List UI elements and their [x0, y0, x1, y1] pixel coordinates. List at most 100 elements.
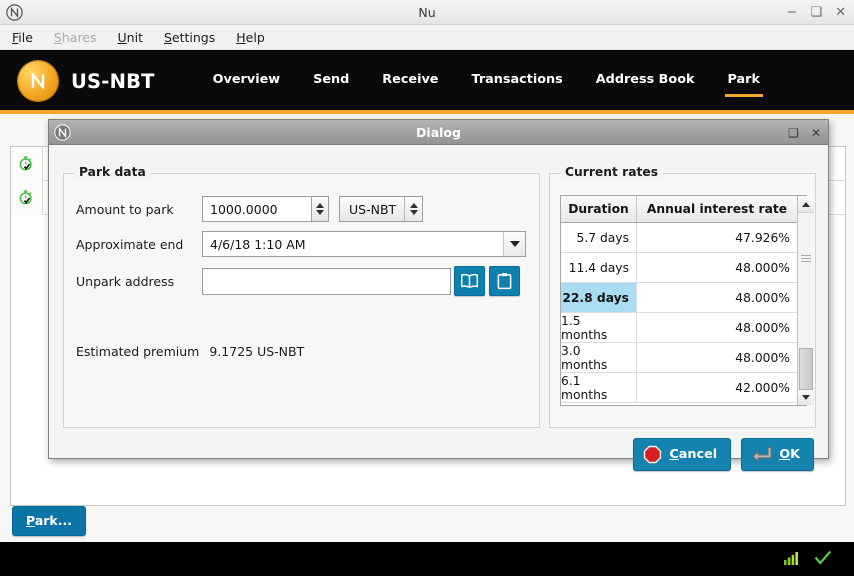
window-titlebar: Nu − ❑ ✕ [0, 0, 854, 25]
table-row-selected[interactable]: 22.8 days 48.000% [561, 283, 797, 313]
column-header-duration[interactable]: Duration [561, 196, 637, 222]
menu-shares-mnemonic: S [53, 29, 62, 45]
amount-to-park-input[interactable]: 1000.0000 [202, 196, 312, 222]
park-data-legend: Park data [74, 165, 151, 179]
cell-duration: 3.0 months [561, 343, 637, 372]
nav-link-send[interactable]: Send [313, 72, 349, 90]
unit-select-value: US-NBT [349, 201, 397, 217]
cell-duration: 6.1 months [561, 373, 637, 402]
dialog-body: Park data Amount to park 1000.0000 US-NB… [49, 145, 828, 471]
scrollbar-grip-icon [800, 255, 811, 262]
rates-scrollbar[interactable] [797, 196, 814, 405]
cell-rate: 42.000% [735, 380, 790, 395]
menu-shares-rest: hares [61, 29, 97, 45]
estimated-premium-label: Estimated premium [76, 344, 200, 359]
cancel-button-label: ancel [678, 447, 718, 462]
cell-rate: 48.000% [735, 350, 790, 365]
cell-duration: 5.7 days [561, 223, 637, 252]
menu-help-rest: elp [245, 29, 265, 45]
nav-link-receive[interactable]: Receive [382, 72, 438, 90]
menu-unit-mnemonic: U [117, 29, 127, 45]
unit-down-icon[interactable] [409, 210, 418, 215]
table-row[interactable]: 3.0 months 48.000% [561, 343, 797, 373]
rates-table-body: Duration Annual interest rate 5.7 days 4… [561, 196, 797, 405]
minimize-icon[interactable]: − [787, 6, 798, 19]
cell-rate: 48.000% [735, 290, 790, 305]
unpark-address-input[interactable] [202, 267, 451, 295]
column-header-rate[interactable]: Annual interest rate [637, 196, 797, 222]
dialog-actions: Cancel OK [633, 438, 814, 471]
main-navigation: US-NBT Overview Send Receive Transaction… [0, 50, 854, 112]
chevron-down-icon[interactable] [503, 232, 525, 256]
dialog-controls: ❑ ✕ [788, 120, 821, 145]
menu-help[interactable]: Help [236, 30, 265, 45]
current-rates-legend: Current rates [560, 165, 664, 179]
stepper-up-icon[interactable] [316, 203, 324, 208]
menu-file[interactable]: File [12, 30, 33, 45]
unpark-address-row: Unpark address [76, 266, 520, 296]
rates-table-header: Duration Annual interest rate [561, 196, 797, 223]
clipboard-paste-icon [497, 273, 512, 290]
checkmark-icon[interactable] [814, 550, 832, 569]
brand-logo-icon [18, 61, 58, 101]
scrollbar-thumb[interactable] [798, 348, 813, 390]
dialog-maximize-icon[interactable]: ❑ [788, 126, 799, 140]
menu-settings-mnemonic: S [163, 29, 172, 45]
menu-settings[interactable]: Settings [164, 30, 215, 45]
park-data-group: Park data Amount to park 1000.0000 US-NB… [63, 165, 540, 428]
menu-unit[interactable]: Unit [118, 30, 143, 45]
stopwatch-check-icon [11, 146, 43, 181]
unit-up-icon[interactable] [409, 203, 418, 208]
table-row[interactable]: 11.4 days 48.000% [561, 253, 797, 283]
stopwatch-check-icon [11, 180, 43, 215]
menu-settings-rest: ettings [171, 29, 216, 45]
amount-stepper[interactable] [312, 196, 329, 222]
stepper-down-icon[interactable] [316, 210, 324, 215]
dialog-close-icon[interactable]: ✕ [811, 126, 821, 140]
menu-file-rest: ile [18, 29, 33, 45]
estimated-premium-value: 9.1725 US-NBT [209, 344, 305, 359]
unit-select[interactable]: US-NBT [339, 196, 424, 222]
park-button[interactable]: Park... [12, 506, 86, 536]
address-book-icon [460, 273, 479, 289]
cell-duration: 22.8 days [561, 283, 637, 312]
scroll-up-icon[interactable] [797, 196, 814, 213]
window-controls: − ❑ ✕ [787, 0, 846, 25]
brand-name: US-NBT [71, 69, 155, 93]
close-icon[interactable]: ✕ [835, 6, 846, 19]
menu-unit-rest: nit [126, 29, 143, 45]
address-book-button[interactable] [454, 266, 485, 296]
cancel-button[interactable]: Cancel [633, 438, 732, 471]
window-title: Nu [418, 4, 436, 20]
paste-button[interactable] [489, 266, 520, 296]
table-row[interactable]: 1.5 months 48.000% [561, 313, 797, 343]
maximize-icon[interactable]: ❑ [810, 6, 822, 19]
nav-link-park[interactable]: Park [724, 72, 763, 97]
table-row[interactable]: 6.1 months 42.000% [561, 373, 797, 403]
ok-button-mnemonic: O [779, 447, 791, 462]
stop-sign-icon [644, 445, 662, 464]
cell-rate: 48.000% [735, 260, 790, 275]
nav-link-overview[interactable]: Overview [213, 72, 280, 90]
amount-to-park-label: Amount to park [76, 201, 174, 217]
unpark-address-label: Unpark address [76, 273, 175, 289]
estimated-premium-row: Estimated premium 9.1725 US-NBT [76, 344, 304, 359]
ok-button-label: K [790, 447, 800, 462]
scrollbar-track[interactable] [798, 213, 814, 390]
cell-rate: 47.926% [735, 230, 790, 245]
menubar: File Shares Unit Settings Help [0, 25, 854, 50]
signal-bars-icon[interactable] [784, 550, 800, 569]
nav-link-transactions[interactable]: Transactions [472, 72, 563, 90]
application-window: Nu − ❑ ✕ File Shares Unit Settings Help … [0, 0, 854, 576]
approximate-end-select[interactable]: 4/6/18 1:10 AM [202, 231, 526, 257]
approximate-end-value: 4/6/18 1:10 AM [210, 236, 306, 252]
table-row[interactable]: 5.7 days 47.926% [561, 223, 797, 253]
unit-select-stepper[interactable] [404, 197, 422, 221]
dialog-titlebar: Dialog ❑ ✕ [49, 120, 828, 145]
nav-link-address-book[interactable]: Address Book [596, 72, 695, 90]
scroll-down-icon[interactable] [797, 388, 814, 405]
cell-rate: 48.000% [735, 320, 790, 335]
rates-table: Duration Annual interest rate 5.7 days 4… [560, 195, 814, 406]
ok-button[interactable]: OK [741, 438, 814, 471]
statusbar [0, 542, 854, 576]
